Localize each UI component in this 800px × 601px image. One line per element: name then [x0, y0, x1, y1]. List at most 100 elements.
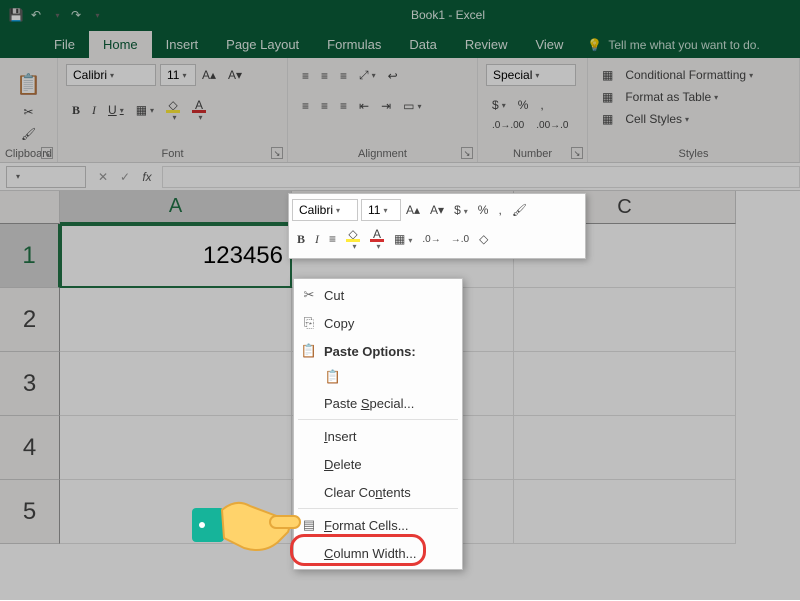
- tab-formulas[interactable]: Formulas: [313, 31, 395, 58]
- row-header-3[interactable]: 3: [0, 352, 60, 416]
- mini-italic-button[interactable]: I: [310, 230, 324, 249]
- underline-button[interactable]: U: [103, 100, 129, 120]
- mini-align-center-icon[interactable]: ≡: [324, 230, 341, 248]
- enter-formula-icon[interactable]: ✓: [114, 170, 136, 184]
- mini-bold-button[interactable]: B: [292, 230, 310, 249]
- comma-format-icon[interactable]: ,: [535, 95, 548, 115]
- cm-delete[interactable]: Delete: [294, 450, 462, 478]
- fill-color-button[interactable]: ◇: [161, 95, 185, 125]
- mini-increase-font-icon[interactable]: A▴: [401, 201, 425, 219]
- border-button[interactable]: ▦: [131, 100, 159, 120]
- save-icon[interactable]: 💾: [8, 7, 24, 23]
- align-top-icon[interactable]: ≡: [297, 66, 314, 86]
- undo-dropdown-icon[interactable]: [48, 7, 64, 23]
- format-painter-icon[interactable]: 🖌: [16, 124, 41, 144]
- cm-cut[interactable]: ✂Cut: [294, 281, 462, 309]
- mini-size-combo[interactable]: 11: [361, 199, 401, 221]
- row-header-4[interactable]: 4: [0, 416, 60, 480]
- tell-me-search[interactable]: 💡 Tell me what you want to do.: [577, 32, 769, 58]
- tab-home[interactable]: Home: [89, 31, 152, 58]
- number-format-combo[interactable]: Special: [486, 64, 576, 86]
- accounting-format-icon[interactable]: $: [487, 95, 511, 115]
- cell-styles-button[interactable]: Cell Styles: [620, 109, 694, 129]
- clipboard-launcher[interactable]: ↘: [41, 147, 53, 159]
- decrease-indent-icon[interactable]: ⇤: [354, 96, 374, 116]
- align-middle-icon[interactable]: ≡: [316, 66, 333, 86]
- cm-format-cells[interactable]: ▤Format Cells...: [294, 511, 462, 539]
- cell-C2[interactable]: [514, 288, 736, 352]
- align-left-icon[interactable]: ≡: [297, 96, 314, 116]
- font-size-combo[interactable]: 11: [160, 64, 196, 86]
- align-bottom-icon[interactable]: ≡: [335, 66, 352, 86]
- tab-data[interactable]: Data: [395, 31, 450, 58]
- mini-accounting-icon[interactable]: $: [449, 201, 473, 219]
- increase-indent-icon[interactable]: ⇥: [376, 96, 396, 116]
- wrap-text-icon[interactable]: ↩: [383, 66, 403, 86]
- alignment-launcher[interactable]: ↘: [461, 147, 473, 159]
- decrease-decimal-icon[interactable]: .00→.0: [531, 117, 573, 134]
- insert-function-icon[interactable]: fx: [136, 170, 158, 184]
- increase-decimal-icon[interactable]: .0→.00: [487, 117, 529, 134]
- decrease-font-icon[interactable]: A▾: [223, 65, 247, 85]
- cancel-formula-icon[interactable]: ✕: [92, 170, 114, 184]
- mini-increase-decimal-icon[interactable]: .0→: [417, 232, 445, 247]
- redo-icon[interactable]: ↷: [68, 7, 84, 23]
- conditional-formatting-button[interactable]: Conditional Formatting: [620, 65, 758, 85]
- orientation-icon[interactable]: ⤢: [354, 65, 381, 86]
- cm-column-width[interactable]: Column Width...: [294, 539, 462, 567]
- font-name-combo[interactable]: Calibri: [66, 64, 156, 86]
- mini-fill-color-icon[interactable]: ◇: [341, 225, 365, 253]
- mini-border-icon[interactable]: ▦: [389, 230, 417, 248]
- select-all-corner[interactable]: [0, 191, 60, 224]
- cell-A4[interactable]: [60, 416, 292, 480]
- align-right-icon[interactable]: ≡: [335, 96, 352, 116]
- row-header-1[interactable]: 1: [0, 224, 60, 288]
- cm-paste-default[interactable]: 📋: [294, 365, 462, 389]
- cut-icon[interactable]: ✂: [18, 102, 38, 122]
- cell-A3[interactable]: [60, 352, 292, 416]
- mini-percent-icon[interactable]: %: [473, 201, 494, 219]
- cm-copy[interactable]: ⎘Copy: [294, 309, 462, 337]
- cell-A1[interactable]: 123456: [60, 224, 292, 288]
- increase-font-icon[interactable]: A▴: [197, 65, 221, 85]
- tab-review[interactable]: Review: [451, 31, 522, 58]
- mini-font-combo[interactable]: Calibri: [292, 199, 358, 221]
- format-as-table-icon[interactable]: ▦: [597, 87, 618, 107]
- undo-icon[interactable]: ↶: [28, 7, 44, 23]
- font-launcher[interactable]: ↘: [271, 147, 283, 159]
- mini-decrease-decimal-icon[interactable]: →.0: [446, 232, 474, 247]
- tab-page-layout[interactable]: Page Layout: [212, 31, 313, 58]
- cell-A2[interactable]: [60, 288, 292, 352]
- cell-C4[interactable]: [514, 416, 736, 480]
- qat-customize-icon[interactable]: [88, 7, 104, 23]
- cm-clear-contents[interactable]: Clear Contents: [294, 478, 462, 506]
- mini-clear-format-icon[interactable]: ◇: [474, 230, 493, 248]
- merge-center-icon[interactable]: ▭: [398, 96, 426, 116]
- conditional-formatting-icon[interactable]: ▦: [597, 65, 618, 85]
- mini-comma-icon[interactable]: ,: [493, 201, 506, 219]
- column-header-A[interactable]: A: [60, 191, 292, 224]
- cm-insert[interactable]: Insert: [294, 422, 462, 450]
- row-header-2[interactable]: 2: [0, 288, 60, 352]
- tab-file[interactable]: File: [40, 31, 89, 58]
- cm-paste-special[interactable]: Paste Special...: [294, 389, 462, 417]
- row-header-5[interactable]: 5: [0, 480, 60, 544]
- formula-input[interactable]: [162, 166, 800, 188]
- cell-C5[interactable]: [514, 480, 736, 544]
- align-center-icon[interactable]: ≡: [316, 96, 333, 116]
- format-as-table-button[interactable]: Format as Table: [620, 87, 723, 107]
- paste-button[interactable]: 📋: [11, 69, 46, 100]
- mini-font-color-icon[interactable]: A: [365, 225, 389, 253]
- bold-button[interactable]: B: [67, 100, 85, 121]
- italic-button[interactable]: I: [87, 100, 101, 121]
- tab-view[interactable]: View: [521, 31, 577, 58]
- font-color-button[interactable]: A: [187, 95, 211, 125]
- cell-styles-icon[interactable]: ▦: [597, 109, 618, 129]
- name-box[interactable]: [6, 166, 86, 188]
- percent-format-icon[interactable]: %: [513, 95, 534, 115]
- number-launcher[interactable]: ↘: [571, 147, 583, 159]
- mini-decrease-font-icon[interactable]: A▾: [425, 201, 449, 219]
- mini-format-painter-icon[interactable]: 🖌: [507, 201, 532, 219]
- cell-C3[interactable]: [514, 352, 736, 416]
- tab-insert[interactable]: Insert: [152, 31, 213, 58]
